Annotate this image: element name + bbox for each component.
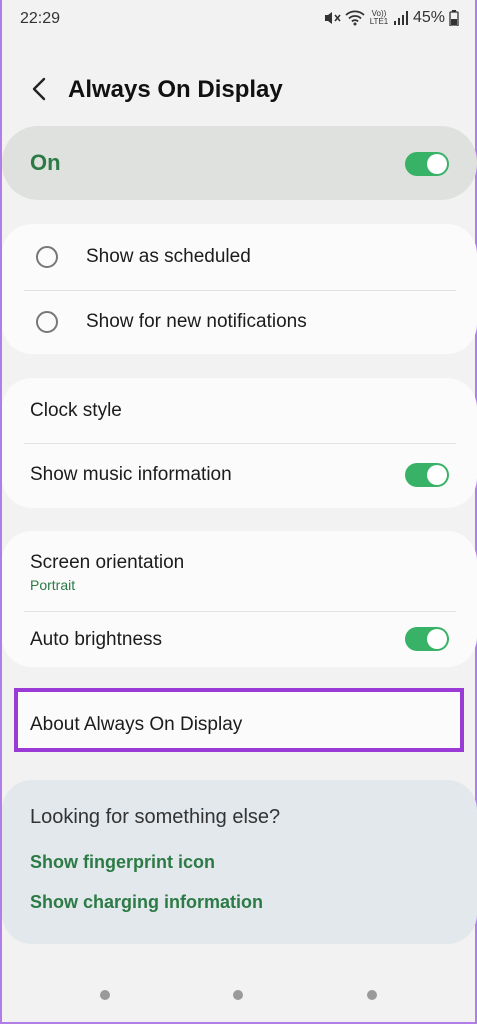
show-music-toggle[interactable] [405, 463, 449, 487]
auto-brightness-row[interactable]: Auto brightness [2, 612, 477, 666]
auto-brightness-label: Auto brightness [30, 629, 163, 650]
toggle-knob [427, 465, 447, 485]
back-button[interactable] [24, 74, 54, 104]
option-label: Show as scheduled [86, 246, 251, 267]
nav-recents-button[interactable] [100, 990, 110, 1000]
page-title: Always On Display [68, 76, 283, 103]
signal-icon [393, 10, 409, 26]
toggle-knob [427, 154, 447, 174]
option-show-for-new-notifications[interactable]: Show for new notifications [2, 291, 477, 353]
battery-icon [449, 10, 459, 26]
nav-home-button[interactable] [233, 990, 243, 1000]
master-switch-toggle[interactable] [405, 152, 449, 176]
mute-icon [323, 10, 341, 26]
about-label: About Always On Display [30, 714, 243, 735]
option-show-as-scheduled[interactable]: Show as scheduled [2, 226, 477, 290]
status-icons: Vo)) LTE1 45% [323, 9, 459, 27]
show-fingerprint-icon-link[interactable]: Show fingerprint icon [30, 852, 215, 873]
auto-brightness-toggle[interactable] [405, 627, 449, 651]
clock-style-label: Clock style [30, 400, 122, 421]
radio-button[interactable] [36, 311, 58, 333]
screen-orientation-label: Screen orientation [30, 552, 185, 573]
status-time: 22:29 [20, 10, 61, 27]
clock-style-row[interactable]: Clock style [2, 380, 477, 442]
suggestions-title: Looking for something else? [30, 806, 281, 828]
chevron-left-icon [32, 77, 46, 101]
nav-back-button[interactable] [367, 990, 377, 1000]
option-label: Show for new notifications [86, 311, 307, 332]
toggle-knob [427, 629, 447, 649]
radio-button[interactable] [36, 246, 58, 268]
show-music-label: Show music information [30, 464, 232, 485]
volte-icon: Vo)) LTE1 [369, 9, 389, 26]
screen-orientation-row[interactable]: Screen orientation Portrait [2, 533, 477, 609]
wifi-icon [345, 10, 365, 26]
show-charging-information-link[interactable]: Show charging information [30, 892, 263, 913]
battery-percent: 45% [412, 9, 445, 26]
about-always-on-display-row[interactable]: About Always On Display [14, 688, 464, 752]
show-music-row[interactable]: Show music information [2, 444, 477, 506]
screen-orientation-value: Portrait [30, 577, 76, 593]
master-switch-label: On [30, 150, 61, 175]
